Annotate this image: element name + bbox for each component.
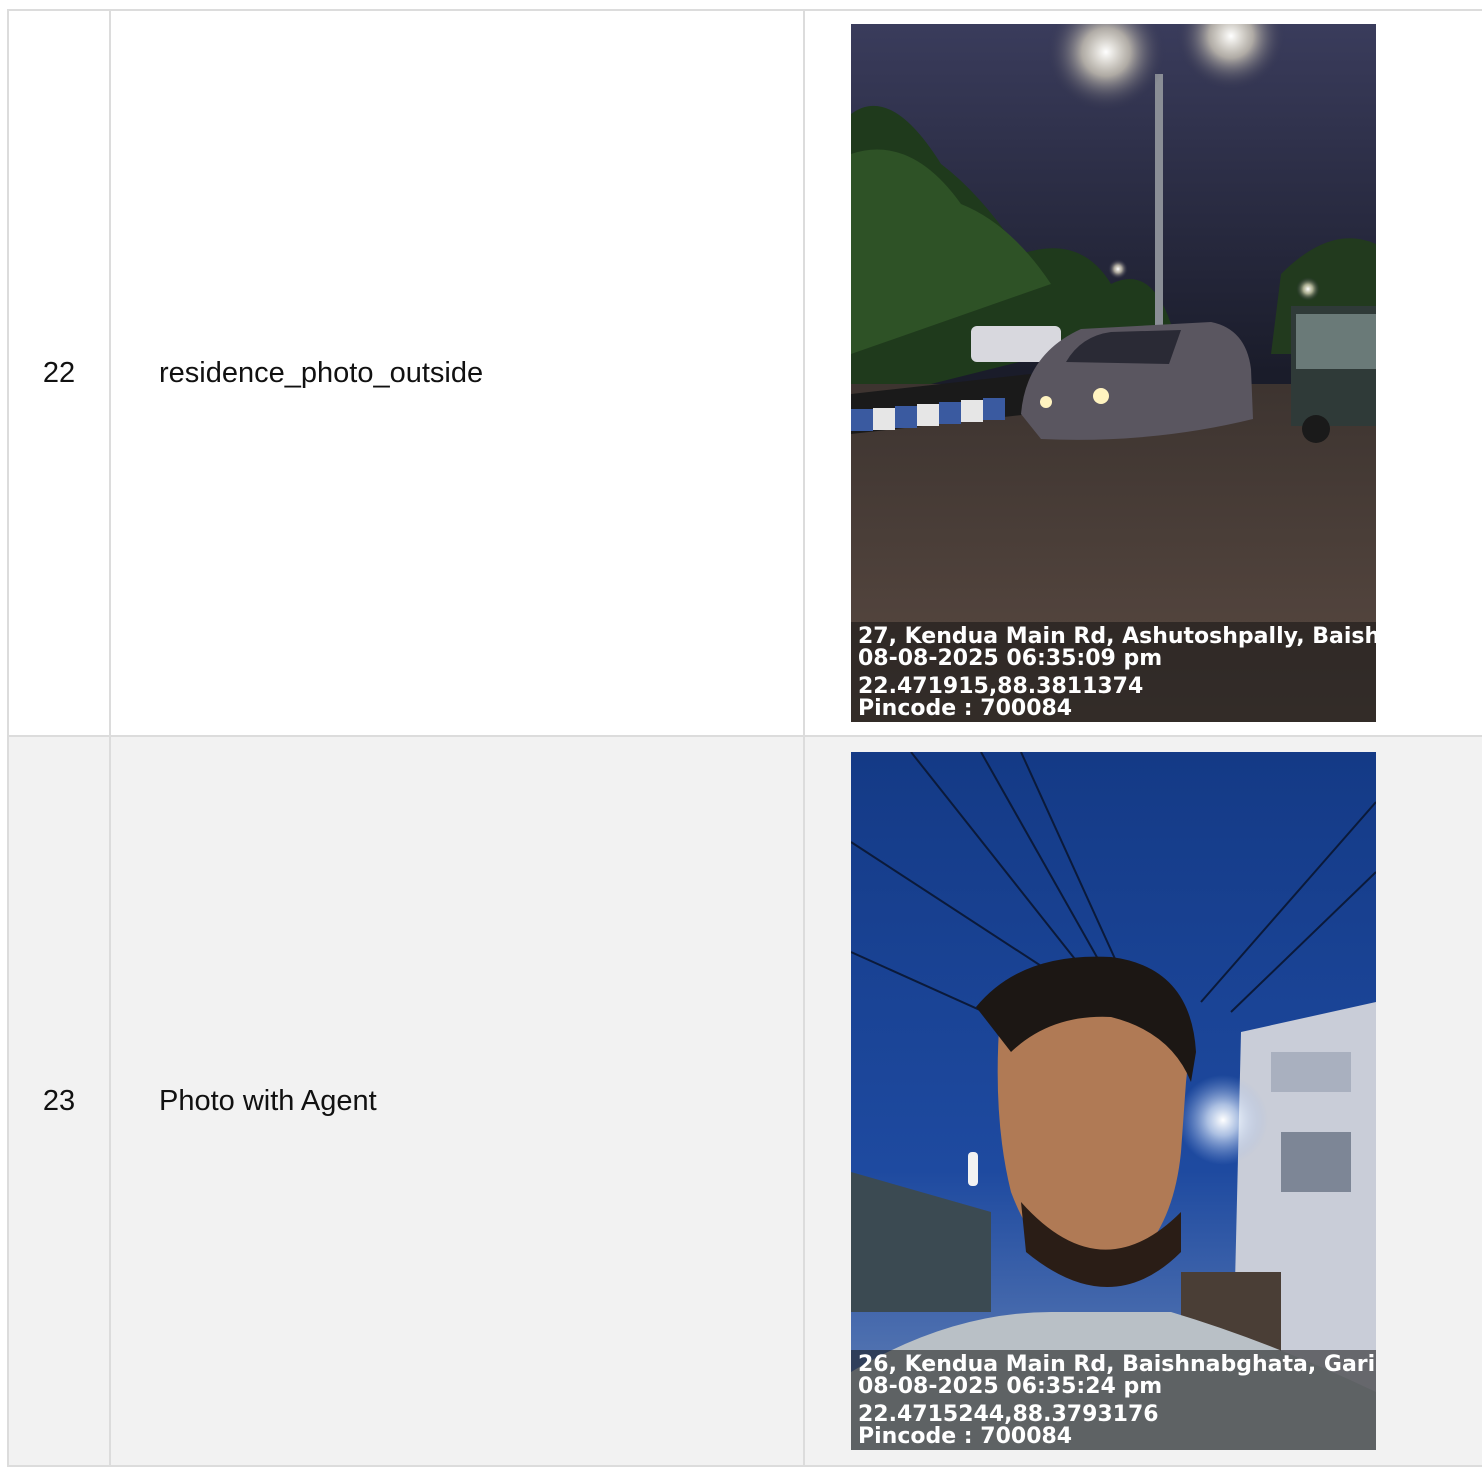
document-table: 22 residence_photo_outside 27, Kendua Ma… — [7, 9, 1482, 1467]
table-row: 22 residence_photo_outside 27, Kendua Ma… — [7, 9, 1482, 737]
caption-datetime: 08-08-2025 06:35:09 pm — [858, 646, 1163, 671]
caption-coords: 22.4715244,88.3793176 — [858, 1402, 1159, 1427]
caption-address: 27, Kendua Main Rd, Ashutoshpally, Baish… — [858, 624, 1376, 649]
caption-coords: 22.471915,88.3811374 — [858, 674, 1144, 699]
photo-cell: 27, Kendua Main Rd, Ashutoshpally, Baish… — [803, 9, 1482, 737]
street-night-image — [851, 24, 1376, 722]
caption-pincode: Pincode : 700084 — [858, 696, 1073, 721]
row-label: residence_photo_outside — [109, 9, 805, 737]
row-number: 22 — [7, 9, 111, 737]
row-number: 23 — [7, 735, 111, 1467]
selfie-image — [851, 752, 1376, 1450]
caption-pincode: Pincode : 700084 — [858, 1424, 1073, 1449]
photo-cell: 26, Kendua Main Rd, Baishnabghata, Garia… — [803, 735, 1482, 1467]
agent-photo: 26, Kendua Main Rd, Baishnabghata, Garia… — [851, 752, 1376, 1450]
row-label: Photo with Agent — [109, 735, 805, 1467]
photo-caption: 27, Kendua Main Rd, Ashutoshpally, Baish… — [851, 622, 1376, 722]
caption-datetime: 08-08-2025 06:35:24 pm — [858, 1374, 1163, 1399]
photo-caption: 26, Kendua Main Rd, Baishnabghata, Garia… — [851, 1350, 1376, 1450]
residence-photo: 27, Kendua Main Rd, Ashutoshpally, Baish… — [851, 24, 1376, 722]
table-row: 23 Photo with Agent 26, Kendua Main Rd, … — [7, 735, 1482, 1467]
caption-address: 26, Kendua Main Rd, Baishnabghata, Garia… — [858, 1352, 1376, 1377]
